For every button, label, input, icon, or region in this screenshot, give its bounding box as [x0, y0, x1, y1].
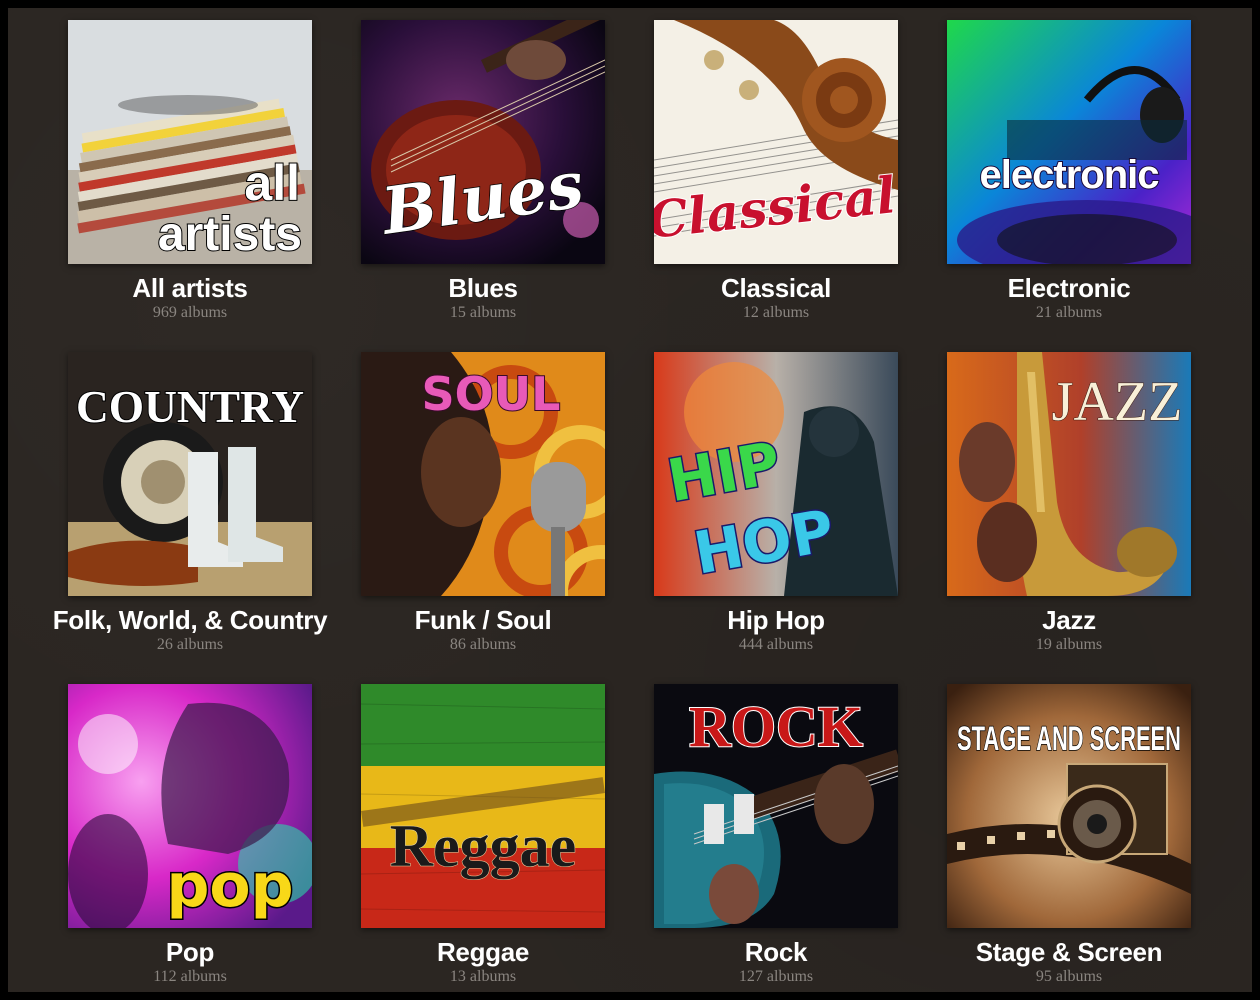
cover-text-pop: pop — [166, 851, 293, 921]
cover-image-soul[interactable]: SOUL — [361, 352, 605, 596]
genre-name[interactable]: Classical — [626, 273, 926, 303]
genre-name[interactable]: Jazz — [919, 605, 1219, 635]
cover-text-rock: ROCK — [689, 694, 863, 759]
genre-tile-reggae[interactable]: Reggae Reggae 13 albums — [333, 684, 633, 987]
genre-tile-electronic[interactable]: electronic Electronic 21 albums — [919, 20, 1219, 323]
cover-image-jazz[interactable]: JAZZ — [947, 352, 1191, 596]
cover-image-stage-screen[interactable]: STAGE AND SCREEN — [947, 684, 1191, 928]
cover-text-reggae: Reggae — [390, 813, 577, 879]
album-count: 444 albums — [738, 636, 814, 653]
genre-name[interactable]: Folk, World, & Country — [40, 605, 340, 635]
guitar-player-image: Blues — [361, 20, 605, 264]
genre-name[interactable]: Electronic — [919, 273, 1219, 303]
cover-image-electronic[interactable]: electronic — [947, 20, 1191, 264]
genre-name[interactable]: Stage & Screen — [919, 937, 1219, 967]
album-count: 12 albums — [742, 304, 810, 321]
genre-name[interactable]: Funk / Soul — [333, 605, 633, 635]
singer-microphone-image: SOUL — [361, 352, 605, 596]
cover-text-artists: artists — [158, 208, 302, 261]
cowboy-boots-image: COUNTRY — [68, 352, 312, 596]
album-count: 112 albums — [153, 968, 227, 985]
genre-name[interactable]: Rock — [626, 937, 926, 967]
album-count: 13 albums — [449, 968, 517, 985]
album-count: 26 albums — [156, 636, 224, 653]
dj-headphones-image: electronic — [947, 20, 1191, 264]
genre-grid: all artists All artists 969 albums Blues… — [8, 8, 1252, 992]
genre-name[interactable]: Blues — [333, 273, 633, 303]
genre-tile-folk-world-country[interactable]: COUNTRY Folk, World, & Country 26 albums — [40, 352, 340, 655]
cover-image-pop[interactable]: pop — [68, 684, 312, 928]
genre-tile-pop[interactable]: pop Pop 112 albums — [40, 684, 340, 987]
album-count: 15 albums — [449, 304, 517, 321]
genre-browser: all artists All artists 969 albums Blues… — [8, 8, 1252, 992]
genre-name[interactable]: Reggae — [333, 937, 633, 967]
cover-text-jazz: JAZZ — [1052, 371, 1183, 433]
genre-tile-jazz[interactable]: JAZZ Jazz 19 albums — [919, 352, 1219, 655]
cover-image-classical[interactable]: Classical — [654, 20, 898, 264]
records-stack-image: all artists — [68, 20, 312, 264]
album-count: 21 albums — [1035, 304, 1103, 321]
saxophone-image: JAZZ — [947, 352, 1191, 596]
cover-text-all: all — [244, 155, 300, 211]
genre-name[interactable]: Pop — [40, 937, 340, 967]
violin-scroll-image: Classical — [654, 20, 898, 264]
cover-text-electronic: electronic — [980, 153, 1160, 197]
pop-singer-image: pop — [68, 684, 312, 928]
electric-guitar-image: ROCK — [654, 684, 898, 928]
cover-text-soul: SOUL — [422, 367, 561, 421]
album-count: 86 albums — [449, 636, 517, 653]
rapper-smoke-image: HIP HOP — [654, 352, 898, 596]
cover-image-country[interactable]: COUNTRY — [68, 352, 312, 596]
cover-image-rock[interactable]: ROCK — [654, 684, 898, 928]
genre-tile-hip-hop[interactable]: HIP HOP Hip Hop 444 albums — [626, 352, 926, 655]
album-count: 127 albums — [738, 968, 814, 985]
album-count: 95 albums — [1035, 968, 1103, 985]
genre-tile-blues[interactable]: Blues Blues 15 albums — [333, 20, 633, 323]
genre-name[interactable]: All artists — [40, 273, 340, 303]
cover-image-all-artists[interactable]: all artists — [68, 20, 312, 264]
cover-text-country: COUNTRY — [76, 381, 304, 432]
genre-name[interactable]: Hip Hop — [626, 605, 926, 635]
genre-tile-rock[interactable]: ROCK Rock 127 albums — [626, 684, 926, 987]
reggae-flag-guitar-image: Reggae — [361, 684, 605, 928]
genre-tile-all-artists[interactable]: all artists All artists 969 albums — [40, 20, 340, 323]
cover-text-stage-and-screen: STAGE AND SCREEN — [957, 720, 1181, 758]
genre-tile-stage-screen[interactable]: STAGE AND SCREEN Stage & Screen 95 album… — [919, 684, 1219, 987]
cover-image-blues[interactable]: Blues — [361, 20, 605, 264]
genre-tile-classical[interactable]: Classical Classical 12 albums — [626, 20, 926, 323]
album-count: 969 albums — [152, 304, 228, 321]
cover-image-hip-hop[interactable]: HIP HOP — [654, 352, 898, 596]
genre-tile-funk-soul[interactable]: SOUL Funk / Soul 86 albums — [333, 352, 633, 655]
cover-image-reggae[interactable]: Reggae — [361, 684, 605, 928]
album-count: 19 albums — [1035, 636, 1103, 653]
vintage-camera-image: STAGE AND SCREEN — [947, 684, 1191, 928]
